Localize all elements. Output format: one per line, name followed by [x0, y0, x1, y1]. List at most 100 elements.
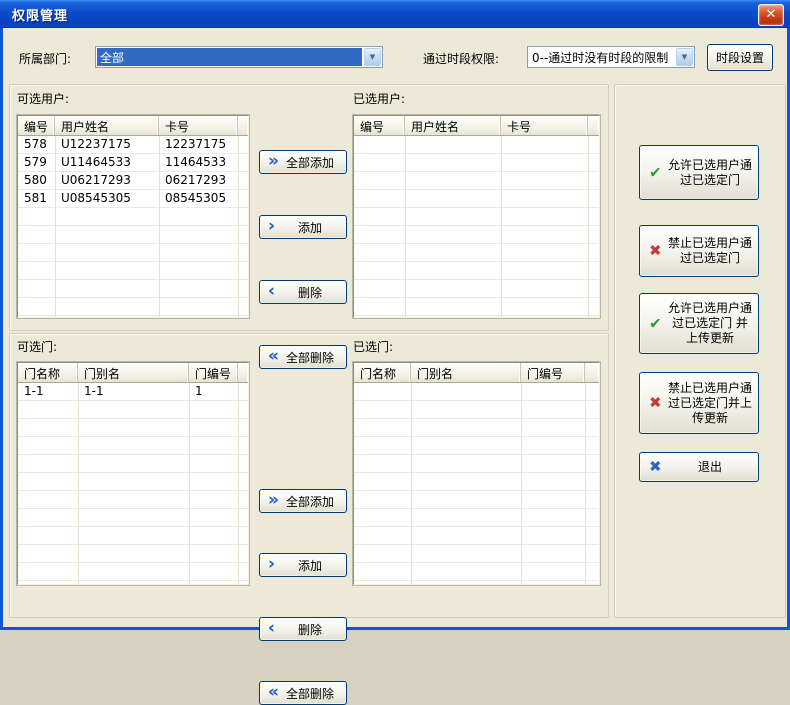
table-body[interactable]: 578U1223717512237175579U1146453311464533…: [18, 136, 248, 317]
cross-icon: ✖: [649, 244, 662, 259]
chevron-right-icon: ›: [268, 218, 275, 235]
department-label: 所属部门:: [19, 50, 71, 67]
table-cell: 06217293: [159, 172, 238, 190]
available-users-table[interactable]: 编号用户姓名卡号578U1223717512237175579U11464533…: [17, 115, 249, 318]
table-header-row: 编号用户姓名卡号: [18, 116, 248, 136]
double-chevron-right-icon: »: [268, 153, 279, 170]
deny-users-through-doors-button[interactable]: ✖ 禁止已选用户通过已选定门: [639, 225, 759, 277]
table-cell: 1: [189, 383, 238, 401]
exit-button[interactable]: ✖ 退出: [639, 452, 759, 482]
column-gridline: [405, 136, 406, 317]
allow-users-label: 允许已选用户通过已选定门: [668, 158, 752, 188]
chevron-left-icon: ‹: [268, 620, 275, 637]
close-button[interactable]: ✕: [758, 4, 784, 26]
selected-users-label: 已选用户:: [353, 90, 405, 107]
chevron-right-icon: ›: [268, 556, 275, 573]
table-row[interactable]: 581U0854530508545305: [18, 190, 248, 208]
column-gridline: [189, 383, 190, 584]
check-icon: ✔: [649, 165, 662, 180]
doors-add-all-button[interactable]: » 全部添加: [259, 489, 347, 513]
available-doors-table[interactable]: 门名称门别名门编号1-11-11: [17, 362, 249, 585]
table-cell: U06217293: [55, 172, 159, 190]
table-row[interactable]: 1-11-11: [18, 383, 248, 401]
table-cell: U12237175: [55, 136, 159, 154]
department-dropdown[interactable]: 全部 ▼: [95, 46, 383, 68]
column-header-filler: [588, 116, 599, 135]
table-row[interactable]: 579U1146453311464533: [18, 154, 248, 172]
column-header[interactable]: 门编号: [189, 363, 238, 382]
doors-add-button[interactable]: › 添加: [259, 553, 347, 577]
column-gridline: [501, 136, 502, 317]
deny-users-upload-label: 禁止已选用户通过已选定门并上传更新: [668, 381, 752, 426]
deny-users-upload-button[interactable]: ✖ 禁止已选用户通过已选定门并上传更新: [639, 372, 759, 434]
table-row[interactable]: 580U0621729306217293: [18, 172, 248, 190]
users-remove-all-button[interactable]: « 全部删除: [259, 345, 347, 369]
column-header[interactable]: 编号: [354, 116, 405, 135]
period-dropdown-button[interactable]: ▼: [676, 48, 693, 66]
department-dropdown-button[interactable]: ▼: [364, 48, 381, 66]
column-header-filler: [585, 363, 599, 382]
allow-users-through-doors-button[interactable]: ✔ 允许已选用户通过已选定门: [639, 145, 759, 200]
column-header[interactable]: 用户姓名: [55, 116, 159, 135]
table-cell: 1-1: [78, 383, 189, 401]
users-add-button[interactable]: › 添加: [259, 215, 347, 239]
table-row[interactable]: 578U1223717512237175: [18, 136, 248, 154]
cross-icon: ✖: [649, 396, 662, 411]
column-header[interactable]: 门名称: [354, 363, 411, 382]
selected-doors-label: 已选门:: [353, 338, 393, 355]
table-body[interactable]: [354, 383, 599, 584]
users-remove-button[interactable]: ‹ 删除: [259, 280, 347, 304]
period-dropdown[interactable]: 0--通过时没有时段的限制 ▼: [527, 46, 695, 68]
table-body[interactable]: 1-11-11: [18, 383, 248, 584]
close-icon: ✕: [766, 7, 777, 22]
table-cell: 1-1: [18, 383, 78, 401]
column-gridline: [78, 383, 79, 584]
table-cell: 08545305: [159, 190, 238, 208]
table-header-row: 门名称门别名门编号: [18, 363, 248, 383]
column-header-filler: [238, 116, 248, 135]
available-users-label: 可选用户:: [17, 90, 69, 107]
table-cell: U11464533: [55, 154, 159, 172]
deny-users-label: 禁止已选用户通过已选定门: [668, 236, 752, 266]
table-cell: 579: [18, 154, 55, 172]
selected-users-table[interactable]: 编号用户姓名卡号: [353, 115, 600, 318]
column-header[interactable]: 门编号: [521, 363, 585, 382]
department-selected-value: 全部: [97, 48, 362, 66]
check-icon: ✔: [649, 316, 662, 331]
users-add-all-button[interactable]: » 全部添加: [259, 150, 347, 174]
period-settings-label: 时段设置: [716, 49, 764, 66]
column-gridline: [411, 383, 412, 584]
double-chevron-left-icon: «: [268, 684, 279, 701]
column-gridline: [238, 383, 239, 584]
chevron-left-icon: ‹: [268, 283, 275, 300]
allow-users-upload-button[interactable]: ✔ 允许已选用户通过已选定门 并上传更新: [639, 293, 759, 354]
table-cell: 578: [18, 136, 55, 154]
column-header[interactable]: 卡号: [501, 116, 588, 135]
column-gridline: [585, 383, 586, 584]
doors-remove-button[interactable]: ‹ 删除: [259, 617, 347, 641]
double-chevron-right-icon: »: [268, 492, 279, 509]
table-body[interactable]: [354, 136, 599, 317]
table-cell: U08545305: [55, 190, 159, 208]
column-gridline: [588, 136, 589, 317]
selected-doors-table[interactable]: 门名称门别名门编号: [353, 362, 600, 585]
table-cell: 12237175: [159, 136, 238, 154]
column-header[interactable]: 门别名: [78, 363, 189, 382]
permission-manager-window: 权限管理 ✕ 所属部门: 全部 ▼ 通过时段权限: 0--通过时没有时段的限制 …: [0, 0, 790, 630]
chevron-down-icon: ▼: [370, 53, 375, 61]
column-header[interactable]: 门别名: [411, 363, 521, 382]
window-title: 权限管理: [12, 5, 68, 24]
doors-remove-all-button[interactable]: « 全部删除: [259, 681, 347, 705]
column-header[interactable]: 用户姓名: [405, 116, 501, 135]
chevron-down-icon: ▼: [682, 53, 687, 61]
table-cell: 11464533: [159, 154, 238, 172]
table-header-row: 编号用户姓名卡号: [354, 116, 599, 136]
period-permission-label: 通过时段权限:: [423, 50, 499, 67]
column-header[interactable]: 门名称: [18, 363, 78, 382]
available-doors-label: 可选门:: [17, 338, 57, 355]
column-header[interactable]: 编号: [18, 116, 55, 135]
column-header[interactable]: 卡号: [159, 116, 238, 135]
allow-users-upload-label: 允许已选用户通过已选定门 并上传更新: [668, 301, 752, 346]
table-header-row: 门名称门别名门编号: [354, 363, 599, 383]
period-settings-button[interactable]: 时段设置: [707, 44, 773, 71]
